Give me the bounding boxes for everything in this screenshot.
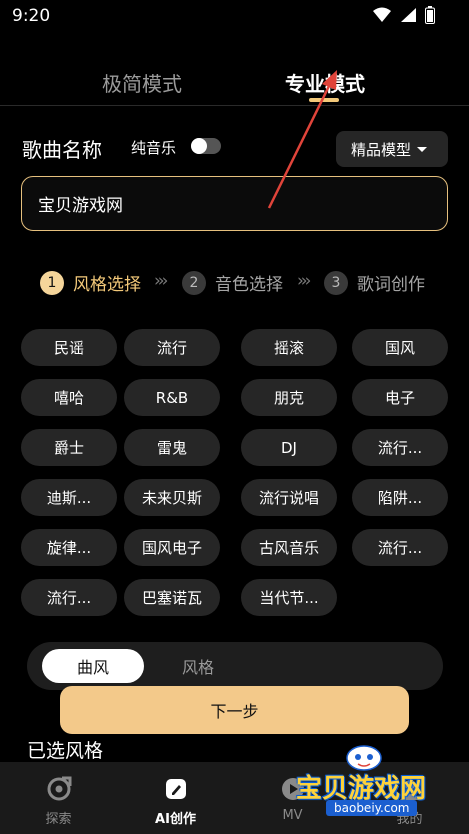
step-lyrics[interactable]: 3 歌词创作	[324, 270, 425, 295]
step-number: 2	[182, 270, 206, 295]
active-tab-indicator	[309, 98, 339, 102]
song-name-row: 歌曲名称 纯音乐 精品模型	[0, 130, 469, 170]
tab-style[interactable]: 风格	[147, 649, 249, 683]
nav-item-ai-create[interactable]: AI创作	[117, 762, 234, 834]
step-label: 风格选择	[73, 275, 141, 295]
nav-item-explore[interactable]: 探索	[0, 762, 117, 834]
status-icons	[373, 6, 435, 28]
style-chip[interactable]: 流行...	[352, 529, 448, 566]
step-number: 3	[324, 270, 348, 295]
song-name-input[interactable]: 宝贝游戏网	[21, 176, 448, 231]
explore-icon	[46, 776, 72, 806]
step-number: 1	[40, 270, 64, 295]
model-select-value: 精品模型	[351, 140, 412, 159]
style-chip[interactable]: 未来贝斯	[124, 479, 220, 516]
style-chip[interactable]: 民谣	[21, 329, 117, 366]
next-step-button[interactable]: 下一步	[60, 686, 409, 734]
style-chip[interactable]: 国风	[352, 329, 448, 366]
style-chip[interactable]: 朋克	[241, 379, 337, 416]
song-name-value: 宝贝游戏网	[38, 196, 123, 216]
style-chip[interactable]: R&B	[124, 379, 220, 416]
style-chip[interactable]: 雷鬼	[124, 429, 220, 466]
tab-pro-mode[interactable]: 专业模式	[285, 68, 365, 97]
style-chip[interactable]: 古风音乐	[241, 529, 337, 566]
battery-icon	[425, 6, 435, 28]
style-chip[interactable]: 电子	[352, 379, 448, 416]
nav-label: AI创作	[155, 812, 196, 827]
style-chip[interactable]: 陷阱...	[352, 479, 448, 516]
status-time: 9:20	[12, 6, 51, 26]
style-chip[interactable]: DJ	[241, 429, 337, 466]
style-type-switch: 曲风 风格	[27, 642, 443, 690]
style-chip[interactable]: 流行	[124, 329, 220, 366]
step-voice-select[interactable]: 2 音色选择	[182, 270, 283, 295]
model-select-dropdown[interactable]: 精品模型	[336, 131, 448, 167]
nav-label: 探索	[45, 812, 72, 827]
style-chip[interactable]: 流行...	[352, 429, 448, 466]
wifi-icon	[373, 7, 391, 27]
song-name-label: 歌曲名称	[22, 138, 102, 162]
style-chip[interactable]: 迪斯...	[21, 479, 117, 516]
toggle-knob	[191, 138, 207, 154]
step-label: 音色选择	[215, 275, 283, 295]
pure-music-toggle[interactable]	[191, 138, 221, 154]
pure-music-label: 纯音乐	[131, 139, 177, 157]
watermark-logo: 宝贝游戏网 baobeiy.com	[292, 744, 442, 830]
tab-simple-mode[interactable]: 极简模式	[102, 68, 182, 97]
style-chip[interactable]: 国风电子	[124, 529, 220, 566]
chevrons-icon: ›››	[154, 271, 169, 291]
signal-icon	[399, 7, 417, 27]
step-label: 歌词创作	[357, 275, 425, 295]
style-chip[interactable]: 嘻哈	[21, 379, 117, 416]
caret-down-icon	[417, 146, 428, 152]
step-indicator: 1 风格选择 ››› 2 音色选择 ››› 3 歌词创作	[0, 270, 469, 300]
style-chip[interactable]: 爵士	[21, 429, 117, 466]
style-chip[interactable]: 当代节...	[241, 579, 337, 616]
tab-genre[interactable]: 曲风	[42, 649, 144, 683]
chevrons-icon: ›››	[297, 271, 312, 291]
mode-tabs: 极简模式 专业模式	[0, 60, 469, 106]
step-style-select[interactable]: 1 风格选择	[40, 270, 141, 295]
ai-create-icon	[163, 776, 189, 806]
style-chip[interactable]: 巴塞诺瓦	[124, 579, 220, 616]
watermark-url: baobeiy.com	[326, 800, 418, 816]
style-chip[interactable]: 流行...	[21, 579, 117, 616]
style-chip[interactable]: 旋律...	[21, 529, 117, 566]
style-chip[interactable]: 摇滚	[241, 329, 337, 366]
style-chip[interactable]: 流行说唱	[241, 479, 337, 516]
status-bar: 9:20	[0, 0, 469, 34]
selected-styles-title: 已选风格	[27, 740, 104, 762]
